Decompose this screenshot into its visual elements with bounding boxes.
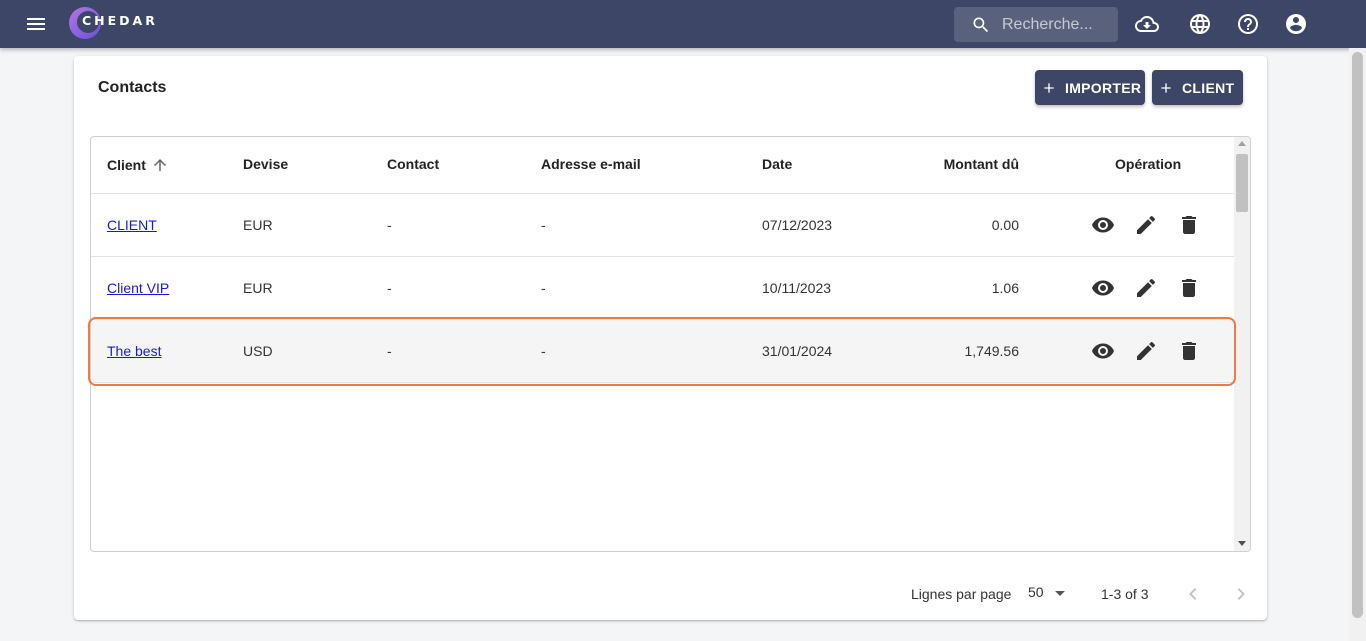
chedar-logo[interactable]: CHEDAR (66, 3, 176, 43)
delete-icon[interactable] (1177, 339, 1201, 363)
montant-cell: 1.06 (991, 280, 1019, 296)
add-client-button-label: CLIENT (1182, 79, 1235, 96)
account-circle-icon[interactable] (1284, 12, 1308, 36)
delete-icon[interactable] (1177, 213, 1201, 237)
scroll-up-arrow-icon[interactable] (1238, 141, 1246, 146)
client-link[interactable]: CLIENT (107, 217, 157, 233)
column-header-devise[interactable]: Devise (243, 156, 288, 172)
table-row: The best USD - - 31/01/2024 1,749.56 (91, 320, 1234, 383)
table-scrollbar[interactable] (1234, 137, 1250, 551)
view-icon[interactable] (1091, 276, 1115, 300)
client-link[interactable]: Client VIP (107, 280, 169, 296)
contact-cell: - (387, 343, 392, 359)
delete-icon[interactable] (1177, 276, 1201, 300)
view-icon[interactable] (1091, 339, 1115, 363)
montant-cell: 0.00 (991, 217, 1019, 233)
arrow-up-icon[interactable] (151, 156, 169, 174)
view-icon[interactable] (1091, 213, 1115, 237)
plus-icon (1044, 82, 1054, 93)
table-row: Client VIP EUR - - 10/11/2023 1.06 (91, 257, 1234, 320)
column-header-operation: Opération (1115, 156, 1182, 172)
devise-cell: EUR (243, 217, 273, 233)
search-icon (973, 17, 989, 33)
next-page-icon[interactable] (1229, 582, 1253, 606)
rows-per-page-label: Lignes par page (911, 586, 1012, 602)
pagination-range: 1-3 of 3 (1101, 586, 1149, 602)
globe-icon[interactable] (1188, 12, 1212, 36)
column-header-email[interactable]: Adresse e-mail (541, 156, 641, 172)
menu-icon[interactable] (24, 12, 48, 36)
date-cell: 07/12/2023 (762, 217, 833, 233)
column-header-date[interactable]: Date (762, 156, 792, 172)
edit-icon[interactable] (1134, 276, 1158, 300)
email-cell: - (541, 217, 546, 233)
date-cell: 10/11/2023 (762, 280, 832, 296)
email-cell: - (541, 280, 546, 296)
devise-cell: EUR (243, 280, 273, 296)
contact-cell: - (387, 280, 392, 296)
table-row: CLIENT EUR - - 07/12/2023 0.00 (91, 194, 1234, 257)
page-scrollbar-thumb[interactable] (1352, 52, 1363, 618)
add-client-button[interactable]: CLIENT (1152, 70, 1243, 105)
contacts-card: Contacts IMPORTER CLIENT Client Devise C… (74, 56, 1267, 620)
edit-icon[interactable] (1134, 213, 1158, 237)
rows-per-page-select[interactable]: 50 (1028, 584, 1065, 600)
date-cell: 31/01/2024 (762, 343, 833, 359)
contact-cell: - (387, 217, 392, 233)
plus-icon (1161, 82, 1171, 93)
page-title: Contacts (98, 79, 167, 96)
page-scrollbar[interactable] (1349, 48, 1366, 641)
contacts-table: Client Devise Contact Adresse e-mail Dat… (90, 136, 1251, 552)
column-header-client[interactable]: Client (107, 156, 169, 174)
import-button[interactable]: IMPORTER (1035, 70, 1145, 105)
column-header-contact[interactable]: Contact (387, 156, 439, 172)
client-link[interactable]: The best (107, 343, 161, 359)
scroll-down-arrow-icon[interactable] (1238, 541, 1246, 546)
table-scrollbar-thumb[interactable] (1236, 154, 1248, 212)
dropdown-caret-icon (1054, 590, 1065, 596)
help-icon[interactable] (1236, 12, 1260, 36)
search-input[interactable] (1002, 7, 1112, 42)
import-button-label: IMPORTER (1065, 79, 1142, 96)
email-cell: - (541, 343, 546, 359)
table-header: Client Devise Contact Adresse e-mail Dat… (91, 137, 1234, 194)
montant-cell: 1,749.56 (964, 343, 1020, 359)
top-app-bar: CHEDAR (0, 0, 1366, 48)
devise-cell: USD (243, 343, 273, 359)
cloud-download-icon[interactable] (1135, 12, 1159, 36)
search-box[interactable] (954, 7, 1118, 42)
rows-per-page-value: 50 (1028, 584, 1044, 600)
column-header-montant[interactable]: Montant dû (899, 156, 1019, 172)
logo-text: CHEDAR (82, 13, 158, 28)
previous-page-icon[interactable] (1181, 582, 1205, 606)
edit-icon[interactable] (1134, 339, 1158, 363)
